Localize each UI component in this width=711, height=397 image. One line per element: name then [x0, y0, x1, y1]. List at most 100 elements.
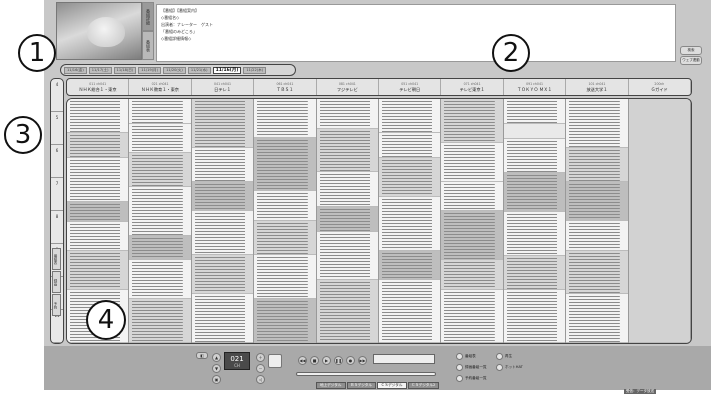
program-cell[interactable] [379, 250, 441, 281]
record-icon[interactable]: ● [346, 356, 355, 365]
date-tab[interactable]: 11/17(土) [88, 66, 112, 74]
program-cell[interactable] [254, 299, 316, 343]
date-tab[interactable]: 11/21(水) [187, 66, 211, 74]
mini-screen-icon[interactable] [268, 354, 282, 368]
program-cell[interactable] [316, 280, 379, 343]
program-cell[interactable] [566, 181, 628, 221]
program-cell[interactable] [67, 157, 129, 202]
program-cell[interactable] [129, 299, 191, 343]
fast-forward-icon[interactable]: ▶▶ [358, 356, 367, 365]
program-cell[interactable] [191, 147, 254, 182]
program-cell[interactable] [129, 153, 191, 188]
channel-cell[interactable]: 200ch Ｇガイド [629, 79, 691, 95]
volume-up-icon[interactable]: ＋ [256, 353, 265, 362]
program-cell[interactable] [566, 220, 628, 251]
program-cell[interactable] [379, 133, 441, 159]
channel-cell[interactable]: 051 ch041 テレビ朝日 [379, 79, 442, 95]
program-cell[interactable] [316, 231, 379, 281]
program-cell[interactable] [441, 289, 503, 343]
program-cell[interactable] [129, 187, 191, 236]
program-cell[interactable] [254, 191, 316, 221]
program-cell[interactable] [191, 211, 254, 256]
date-tab[interactable]: 11/22(木) [243, 66, 267, 74]
program-cell[interactable] [254, 138, 316, 192]
program-cell[interactable] [316, 206, 379, 232]
program-cell[interactable] [628, 99, 691, 343]
program-cell[interactable] [67, 201, 129, 222]
legend-playback[interactable]: 再生 [496, 353, 512, 360]
program-cell[interactable] [191, 255, 254, 295]
mode-tab[interactable]: ＢＳデジタル [346, 382, 376, 389]
channel-down-icon[interactable]: ▼ [212, 364, 221, 373]
program-cell[interactable] [566, 294, 628, 343]
left-tab-guide[interactable]: 番組表 [52, 248, 61, 270]
legend-reserved[interactable]: 予約番組一覧 [456, 375, 487, 382]
program-cell[interactable] [566, 250, 628, 295]
program-cell[interactable] [503, 99, 566, 124]
program-cell[interactable] [566, 147, 628, 182]
date-tab[interactable]: 11/16(月) [212, 66, 242, 74]
pause-icon[interactable]: ❚❚ [334, 356, 343, 365]
program-cell[interactable] [503, 289, 566, 343]
legend-hothat[interactable]: ホットHAT [496, 364, 523, 371]
program-cell[interactable] [129, 260, 191, 300]
program-cell[interactable] [441, 211, 503, 261]
program-cell[interactable] [566, 99, 628, 148]
legend-guide[interactable]: 番組表 [456, 353, 476, 360]
channel-cell[interactable]: 011 ch041 ＮＨＫ総合１・東京 [67, 79, 130, 95]
date-tab[interactable]: 11/19(月) [138, 66, 162, 74]
program-cell[interactable] [441, 260, 503, 290]
tab-program-detail[interactable]: 番組詳細 [142, 2, 154, 31]
channel-up-icon[interactable]: ▲ [212, 353, 221, 362]
mode-tab[interactable]: ＣＳデジタル2 [407, 382, 440, 389]
program-cell[interactable] [67, 250, 129, 290]
program-cell[interactable] [379, 197, 441, 251]
input-switch-button[interactable]: ◧ [196, 352, 208, 359]
channel-cell[interactable]: 081 ch041 フジテレビ [317, 79, 380, 95]
program-cell[interactable] [441, 142, 503, 182]
program-cell[interactable] [129, 123, 191, 154]
left-tab-record[interactable]: 録画 [52, 271, 61, 293]
tab-program-guide[interactable]: 番組表 [142, 31, 154, 60]
mode-tab[interactable]: 地上デジタル [316, 382, 346, 389]
program-cell[interactable] [503, 212, 566, 256]
channel-cell[interactable]: 061 ch041 ＴＢＳ１ [254, 79, 317, 95]
program-cell[interactable] [254, 221, 316, 256]
program-cell[interactable] [441, 99, 503, 143]
program-cell[interactable] [67, 221, 129, 251]
date-tab[interactable]: 11/16(金) [64, 66, 87, 74]
seek-slider[interactable] [296, 372, 436, 376]
channel-cell[interactable]: 091 ch041 ＴＯＫＹＯ ＭＸ１ [504, 79, 567, 95]
channel-cell[interactable]: 071 ch041 テレビ東京１ [441, 79, 504, 95]
program-cell[interactable] [129, 99, 191, 124]
channel-cell[interactable]: 021 ch041 ＮＨＫ教育１・東京 [129, 79, 192, 95]
program-cell[interactable] [379, 158, 441, 198]
volume-down-icon[interactable]: － [256, 364, 265, 373]
program-cell[interactable] [254, 255, 316, 300]
web-link-button[interactable]: ウェブ連動 [680, 56, 702, 65]
rewind-icon[interactable]: ◀◀ [298, 356, 307, 365]
program-cell[interactable] [67, 133, 129, 158]
search-button[interactable]: 検索 [680, 46, 702, 55]
program-cell[interactable] [503, 255, 566, 290]
legend-recorded[interactable]: 録画番組一覧 [456, 364, 487, 371]
program-cell[interactable] [316, 128, 379, 173]
channel-cell[interactable]: 101 ch041 放送大学１ [566, 79, 629, 95]
program-cell[interactable] [503, 173, 566, 213]
mode-tab[interactable]: ＣＳデジタル [377, 382, 407, 389]
left-tab-reserve[interactable]: 予約 [52, 294, 61, 316]
play-icon[interactable]: ▶ [322, 356, 331, 365]
program-grid[interactable] [66, 98, 692, 344]
program-cell[interactable] [503, 138, 566, 174]
program-cell[interactable] [503, 123, 566, 139]
program-cell[interactable] [379, 280, 441, 343]
program-cell[interactable] [129, 235, 191, 261]
program-cell[interactable] [441, 181, 503, 212]
program-cell[interactable] [316, 99, 379, 129]
program-cell[interactable] [316, 172, 379, 207]
program-cell[interactable] [379, 99, 441, 134]
channel-cell[interactable]: 041 ch041 日テレ１ [192, 79, 255, 95]
program-cell[interactable] [254, 99, 316, 139]
date-tab[interactable]: 11/18(日) [113, 66, 137, 74]
program-cell[interactable] [191, 99, 254, 148]
